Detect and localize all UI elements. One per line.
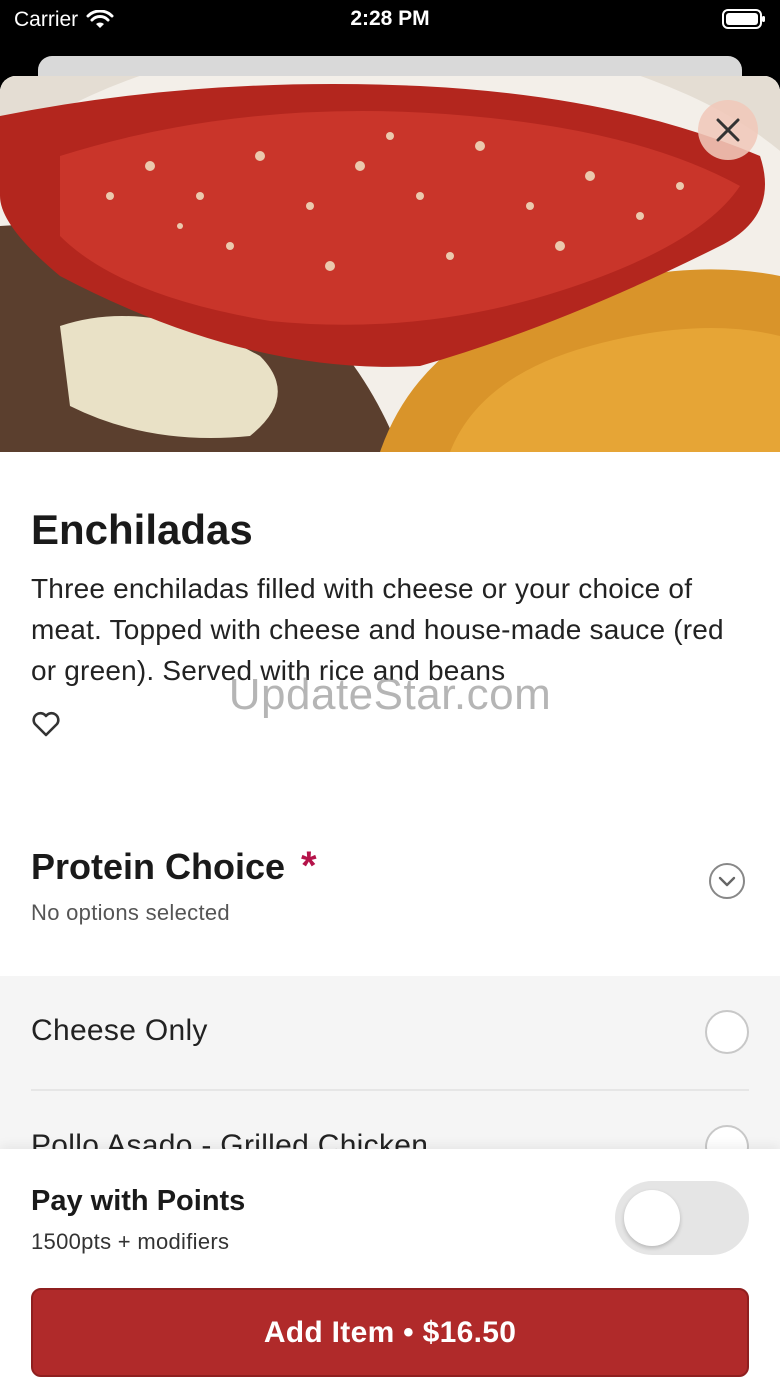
enchiladas-photo-icon [0, 76, 780, 452]
battery-icon [722, 9, 765, 29]
order-footer: Pay with Points 1500pts + modifiers Add … [0, 1149, 780, 1387]
pay-with-points-subtitle: 1500pts + modifiers [31, 1229, 230, 1254]
pay-with-points-toggle[interactable] [615, 1181, 749, 1255]
modifier-option[interactable]: Cheese Only [0, 976, 780, 1090]
required-indicator: * [301, 844, 317, 888]
chevron-down-icon[interactable] [708, 862, 746, 900]
option-radio[interactable] [705, 1010, 749, 1054]
item-description: Three enchiladas filled with cheese or y… [31, 573, 724, 686]
item-detail-sheet: Enchiladas Three enchiladas filled with … [0, 76, 780, 1387]
modifier-group-title: Protein Choice * [31, 844, 317, 889]
modifier-option-label: Cheese Only [31, 1014, 208, 1047]
close-icon [716, 118, 740, 142]
toggle-knob [624, 1190, 680, 1246]
item-title: Enchiladas [31, 506, 253, 553]
modifier-group-title-text: Protein Choice [31, 846, 286, 887]
close-button[interactable] [698, 100, 758, 160]
pay-with-points-title: Pay with Points [31, 1185, 246, 1217]
modifier-group-status: No options selected [31, 900, 230, 925]
modifier-group-header[interactable]: Protein Choice * No options selected [0, 816, 780, 976]
modifier-options-list: Cheese Only Pollo Asado - Grilled Chicke… [0, 976, 780, 1176]
heart-icon[interactable] [31, 710, 61, 738]
item-hero-image [0, 76, 780, 452]
add-item-button[interactable]: Add Item • $16.50 [31, 1288, 749, 1377]
status-bar: Carrier 2:28 PM [0, 0, 780, 44]
status-time: 2:28 PM [350, 7, 430, 30]
